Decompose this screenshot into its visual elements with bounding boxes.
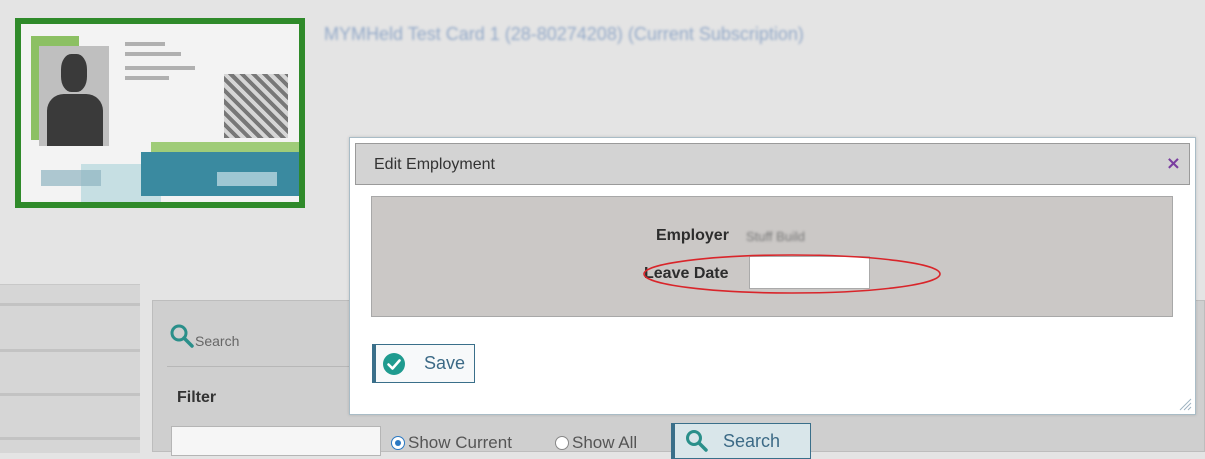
search-icon (170, 324, 194, 348)
radio-show-current-label: Show Current (408, 433, 512, 452)
save-button[interactable]: Save (372, 344, 475, 383)
employer-value: Stuff Build (746, 229, 806, 244)
edit-employment-dialog: Edit Employment × Employer Stuff Build L… (349, 137, 1196, 415)
close-icon[interactable]: × (1166, 153, 1181, 174)
employer-label: Employer (656, 227, 729, 244)
radio-show-current[interactable]: Show Current (391, 433, 512, 453)
id-card-image (15, 18, 305, 208)
leave-date-label: Leave Date (644, 265, 729, 282)
search-heading: Search (169, 323, 239, 349)
qr-code-icon (224, 74, 288, 138)
dialog-header[interactable]: Edit Employment × (355, 143, 1190, 185)
resize-grip-icon[interactable] (1178, 397, 1192, 411)
save-button-label: Save (424, 353, 466, 373)
radio-selected-icon[interactable] (391, 436, 405, 450)
filter-label: Filter (177, 389, 217, 406)
dialog-body: Employer Stuff Build Leave Date (371, 196, 1173, 317)
card-title: MYMHeld Test Card 1 (28-80274208) (Curre… (324, 24, 804, 44)
left-panel (0, 284, 140, 453)
check-circle-icon (383, 352, 405, 375)
radio-unselected-icon[interactable] (555, 436, 569, 450)
card-logo-left (41, 170, 101, 186)
card-text-lines (125, 42, 195, 86)
avatar (39, 46, 109, 146)
leave-date-input[interactable] (749, 256, 870, 289)
search-button-label: Search (723, 430, 781, 451)
radio-show-all-label: Show All (572, 433, 638, 452)
radio-show-all[interactable]: Show All (555, 433, 637, 453)
search-icon (686, 430, 708, 452)
dialog-title: Edit Employment (374, 156, 495, 173)
search-button[interactable]: Search (671, 423, 811, 459)
card-logo-right (217, 172, 277, 186)
id-card (21, 24, 299, 202)
search-heading-label: Search (195, 333, 240, 349)
